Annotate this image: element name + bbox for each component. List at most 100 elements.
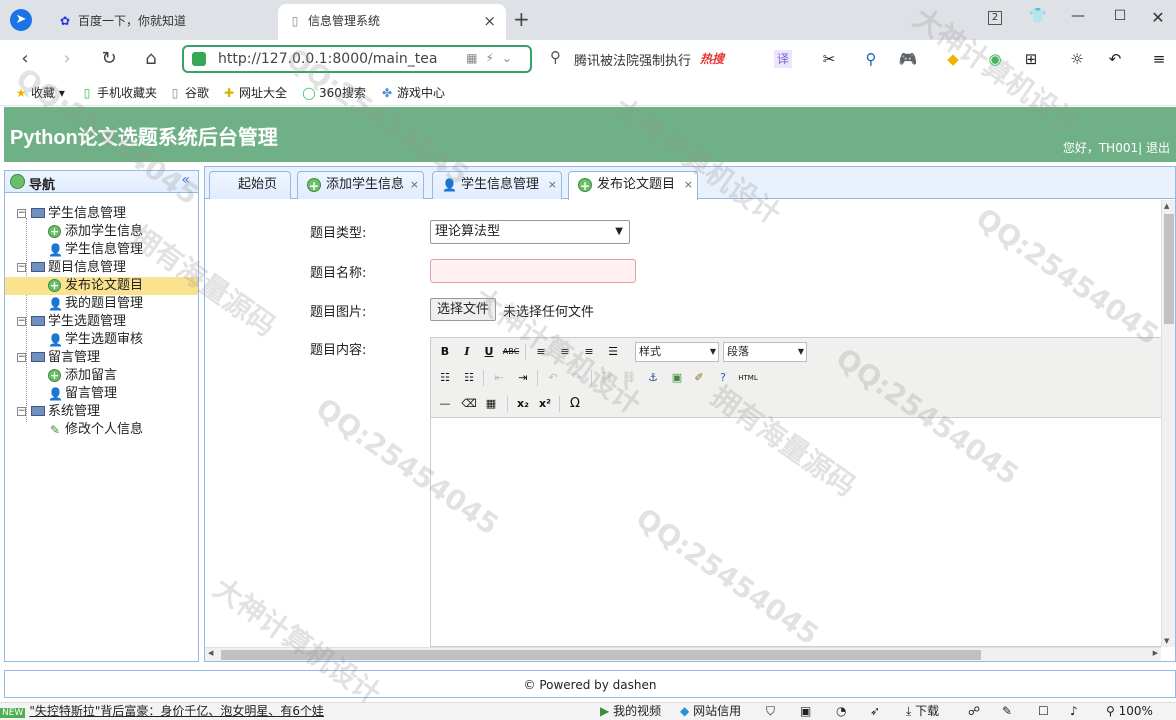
help-icon[interactable]: ?: [713, 368, 733, 388]
rocket-icon[interactable]: ➶: [870, 703, 880, 720]
bookmark-mobile[interactable]: ▯ 手机收藏夹: [80, 84, 157, 101]
editor-content-area[interactable]: [431, 419, 1161, 647]
horizontal-scrollbar[interactable]: ◀ ▶: [205, 647, 1161, 661]
browser-tab-active[interactable]: ▯ 信息管理系统 ×: [278, 4, 506, 40]
tab-publish-topic[interactable]: + 发布论文题目 ×: [568, 171, 698, 200]
search-suggestion[interactable]: ⚲ 腾讯被法院强制执行 热搜: [548, 48, 758, 70]
table-icon[interactable]: ▦: [481, 394, 501, 414]
magnifier-icon[interactable]: ⚲: [860, 49, 882, 69]
topic-name-input[interactable]: [430, 259, 636, 283]
search-suggestion-text[interactable]: 腾讯被法院强制执行: [574, 50, 691, 69]
format-dropdown[interactable]: 段落 ▼: [723, 342, 807, 362]
reload-icon[interactable]: ↻: [98, 48, 120, 70]
home-icon[interactable]: ⌂: [140, 48, 162, 70]
outdent-icon[interactable]: ⇤: [489, 368, 509, 388]
network-icon[interactable]: ☍: [968, 703, 980, 720]
forward-icon[interactable]: ›: [56, 48, 78, 70]
browser-tab-baidu[interactable]: ✿ 百度一下，你就知道: [48, 4, 274, 40]
scroll-thumb[interactable]: [221, 650, 981, 660]
italic-icon[interactable]: I: [457, 342, 477, 362]
tree-item-my-topics[interactable]: 👤 我的题目管理: [5, 295, 198, 313]
news-ticker[interactable]: NEW "失控特斯拉"背后富豪：身价千亿、泡女明星、有6个娃: [0, 703, 324, 720]
indent-icon[interactable]: ⇥: [513, 368, 533, 388]
html-source-icon[interactable]: HTML: [735, 368, 761, 388]
brightness-icon[interactable]: ☼: [1066, 49, 1088, 69]
minimize-icon[interactable]: —: [1068, 8, 1088, 24]
green-circle-icon[interactable]: ◉: [984, 49, 1006, 69]
remove-format-icon[interactable]: ⌫: [459, 394, 479, 414]
translate-icon[interactable]: 译: [774, 50, 792, 68]
apps-grid-icon[interactable]: ⊞: [1020, 49, 1042, 69]
scroll-up-icon[interactable]: ▲: [1164, 202, 1169, 210]
tree-group-selection[interactable]: − 学生选题管理: [5, 313, 198, 331]
close-tab-icon[interactable]: ×: [410, 172, 419, 198]
anchor-icon[interactable]: ⚓: [643, 368, 663, 388]
close-tab-icon[interactable]: ×: [548, 172, 557, 198]
superscript-icon[interactable]: x²: [535, 394, 555, 414]
tree-group-system[interactable]: − 系统管理: [5, 403, 198, 421]
shirt-icon[interactable]: 👕: [1028, 8, 1048, 24]
logout-link[interactable]: 退出: [1146, 141, 1170, 155]
tree-item-student-manage[interactable]: 👤 学生信息管理: [5, 241, 198, 259]
tree-group-message[interactable]: − 留言管理: [5, 349, 198, 367]
tree-item-edit-profile[interactable]: ✎ 修改个人信息: [5, 421, 198, 439]
site-credit-button[interactable]: ◆ 网站信用: [680, 703, 741, 720]
url-text[interactable]: http://127.0.0.1:8000/main_teache: [218, 51, 438, 67]
coin-icon[interactable]: ◆: [942, 49, 964, 69]
tree-item-message-manage[interactable]: 👤 留言管理: [5, 385, 198, 403]
cleanup-icon[interactable]: ✐: [689, 368, 709, 388]
address-bar[interactable]: http://127.0.0.1:8000/main_teache ▦⚡⌄: [182, 45, 532, 73]
window-icon[interactable]: ☐: [1038, 703, 1049, 720]
scroll-thumb[interactable]: [1164, 214, 1174, 324]
undo-icon[interactable]: ↶: [543, 368, 563, 388]
collapse-toggle-icon[interactable]: −: [17, 317, 26, 326]
numbered-list-icon[interactable]: ☷: [459, 368, 479, 388]
close-tab-icon[interactable]: ×: [483, 4, 496, 38]
align-justify-icon[interactable]: ☰: [603, 342, 623, 362]
scroll-right-icon[interactable]: ▶: [1153, 649, 1158, 657]
align-left-icon[interactable]: ≡: [531, 342, 551, 362]
close-tab-icon[interactable]: ×: [684, 172, 693, 198]
tab-student-manage[interactable]: 👤 学生信息管理 ×: [432, 171, 562, 199]
collapse-toggle-icon[interactable]: −: [17, 407, 26, 416]
topic-type-select[interactable]: 理论算法型 ▼: [430, 220, 630, 244]
collapse-toggle-icon[interactable]: −: [17, 353, 26, 362]
strikethrough-icon[interactable]: ABC: [501, 342, 521, 362]
undo-icon[interactable]: ↶: [1104, 49, 1126, 69]
brush-icon[interactable]: ✎: [1002, 703, 1012, 720]
bookmark-360[interactable]: ◯ 360搜索: [302, 84, 366, 101]
scissors-icon[interactable]: ✂: [818, 49, 840, 69]
bold-icon[interactable]: B: [435, 342, 455, 362]
bookmark-favorites[interactable]: ★ 收藏 ▾: [14, 84, 65, 101]
tab-add-student[interactable]: + 添加学生信息 ×: [297, 171, 424, 199]
maximize-icon[interactable]: ☐: [1110, 8, 1130, 24]
download-button[interactable]: ⤓ 下载: [906, 703, 939, 720]
horizontal-rule-icon[interactable]: —: [435, 394, 455, 414]
collapse-toggle-icon[interactable]: −: [17, 209, 26, 218]
align-center-icon[interactable]: ≡: [555, 342, 575, 362]
redo-icon[interactable]: ↷: [567, 368, 587, 388]
unlink-icon[interactable]: ⛓: [619, 368, 639, 388]
tree-item-add-student[interactable]: + 添加学生信息: [5, 223, 198, 241]
scroll-down-icon[interactable]: ▼: [1164, 637, 1169, 645]
news-text[interactable]: "失控特斯拉"背后富豪：身价千亿、泡女明星、有6个娃: [29, 704, 324, 718]
align-right-icon[interactable]: ≡: [579, 342, 599, 362]
address-bar-icons[interactable]: ▦⚡⌄: [466, 51, 520, 65]
tab-home[interactable]: 起始页: [209, 171, 291, 199]
collapse-toggle-icon[interactable]: −: [17, 263, 26, 272]
tree-item-add-message[interactable]: + 添加留言: [5, 367, 198, 385]
menu-icon[interactable]: ≡: [1148, 49, 1170, 69]
underline-icon[interactable]: U: [479, 342, 499, 362]
tree-item-selection-review[interactable]: 👤 学生选题审核: [5, 331, 198, 349]
tree-item-publish-topic[interactable]: + 发布论文题目: [5, 277, 198, 295]
scroll-left-icon[interactable]: ◀: [208, 649, 213, 657]
bookmark-games[interactable]: ✤ 游戏中心: [380, 84, 445, 101]
special-char-icon[interactable]: Ω: [565, 394, 585, 414]
tree-group-topic[interactable]: − 题目信息管理: [5, 259, 198, 277]
tab-count-badge[interactable]: 2: [988, 11, 1002, 25]
style-dropdown[interactable]: 样式 ▼: [635, 342, 719, 362]
my-video-button[interactable]: ▶ 我的视频: [600, 703, 661, 720]
bookmark-google[interactable]: ▯ 谷歌: [168, 84, 209, 101]
speed-icon[interactable]: ◔: [836, 703, 846, 720]
subscript-icon[interactable]: x₂: [513, 394, 533, 414]
